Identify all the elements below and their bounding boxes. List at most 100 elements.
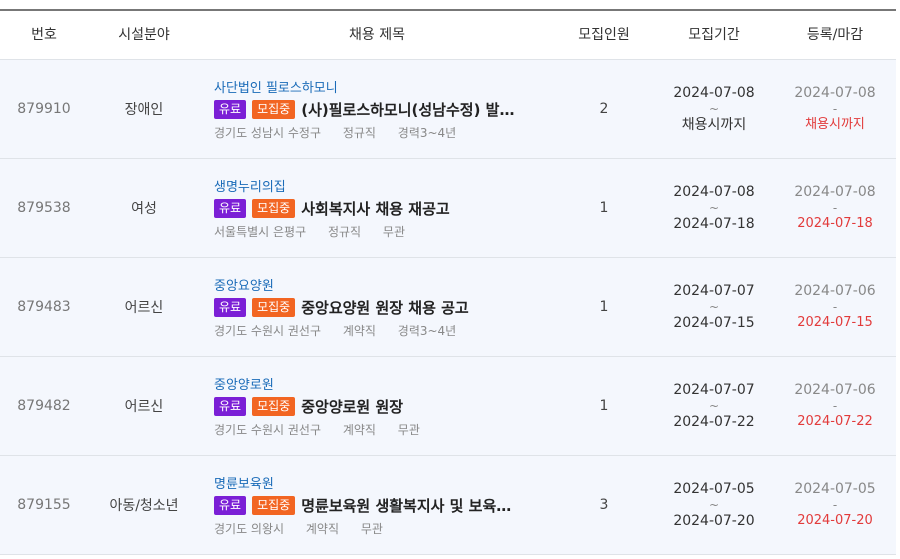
header-field: 시설분야 [118, 27, 170, 43]
row-title-cell: 명륜보육원 유료 모집중 명륜보육원 생활복지사 및 보육사 채용 경기도 의왕… [214, 456, 554, 554]
status-badge: 모집중 [252, 297, 296, 317]
period-start: 2024-07-05 [673, 481, 755, 497]
paid-badge: 유료 [214, 396, 247, 416]
row-period: 2024-07-08 ~ 채용시까지 [654, 60, 774, 158]
row-title-cell: 생명누리의집 유료 모집중 사회복지사 채용 재공고 서울특별시 은평구 정규직… [214, 159, 554, 257]
job-title-link[interactable]: 명륜보육원 생활복지사 및 보육사 채용 [301, 495, 523, 516]
job-region: 서울특별시 은평구 [214, 225, 307, 239]
deadline-date: 2024-07-15 [797, 315, 873, 330]
row-count: 1 [599, 200, 609, 216]
row-count: 2 [599, 101, 609, 117]
table-row[interactable]: 879483 어르신 중앙요양원 유료 모집중 중앙요양원 원장 채용 공고 경… [0, 258, 896, 357]
row-number: 879155 [17, 497, 71, 513]
period-separator: ~ [708, 300, 720, 314]
job-employment-type: 계약직 [342, 324, 376, 338]
table-row[interactable]: 879910 장애인 사단법인 필로스하모니 유료 모집중 (사)필로스하모니(… [0, 60, 896, 159]
period-end: 2024-07-15 [673, 315, 755, 331]
row-register: 2024-07-06 - 2024-07-22 [774, 357, 896, 455]
register-separator: - [832, 399, 838, 413]
deadline-date: 2024-07-22 [797, 414, 873, 429]
org-link[interactable]: 중앙양로원 [214, 374, 274, 393]
title-line: 유료 모집중 중앙요양원 원장 채용 공고 [214, 296, 554, 318]
org-link[interactable]: 명륜보육원 [214, 473, 274, 492]
period-start: 2024-07-07 [673, 382, 755, 398]
register-date: 2024-07-06 [794, 283, 876, 299]
row-period: 2024-07-07 ~ 2024-07-22 [654, 357, 774, 455]
register-date: 2024-07-06 [794, 382, 876, 398]
row-number: 879482 [17, 398, 71, 414]
deadline-date: 채용시까지 [805, 117, 865, 132]
row-register: 2024-07-08 - 2024-07-18 [774, 159, 896, 257]
job-region: 경기도 성남시 수정구 [214, 126, 321, 140]
register-date: 2024-07-08 [794, 85, 876, 101]
header-register: 등록/마감 [806, 27, 864, 43]
deadline-date: 2024-07-18 [797, 216, 873, 231]
title-line: 유료 모집중 명륜보육원 생활복지사 및 보육사 채용 [214, 494, 554, 516]
job-employment-type: 계약직 [342, 423, 376, 437]
row-title-cell: 사단법인 필로스하모니 유료 모집중 (사)필로스하모니(성남수정) 발달장애인… [214, 60, 554, 158]
job-listing-table: 번호 시설분야 채용 제목 모집인원 모집기간 등록/마감 879910 장애인… [0, 0, 900, 559]
period-end: 2024-07-22 [673, 414, 755, 430]
job-career: 무관 [382, 225, 406, 239]
job-career: 경력3~4년 [397, 126, 457, 140]
row-field: 여성 [131, 201, 157, 217]
row-period: 2024-07-07 ~ 2024-07-15 [654, 258, 774, 356]
job-region: 경기도 수원시 권선구 [214, 423, 321, 437]
status-badge: 모집중 [252, 99, 296, 119]
paid-badge: 유료 [214, 495, 247, 515]
job-meta: 서울특별시 은평구 정규직 무관 [214, 223, 423, 240]
job-meta: 경기도 의왕시 계약직 무관 [214, 520, 401, 537]
paid-badge: 유료 [214, 198, 247, 218]
row-field: 아동/청소년 [109, 498, 179, 514]
row-period: 2024-07-05 ~ 2024-07-20 [654, 456, 774, 554]
register-separator: - [832, 300, 838, 314]
job-meta: 경기도 수원시 권선구 계약직 무관 [214, 421, 438, 438]
row-count: 1 [599, 398, 609, 414]
job-employment-type: 정규직 [342, 126, 376, 140]
job-career: 경력3~4년 [397, 324, 457, 338]
status-badge: 모집중 [252, 198, 296, 218]
table-row[interactable]: 879155 아동/청소년 명륜보육원 유료 모집중 명륜보육원 생활복지사 및… [0, 456, 896, 555]
job-career: 무관 [360, 522, 383, 536]
period-start: 2024-07-08 [673, 184, 755, 200]
register-date: 2024-07-08 [794, 184, 876, 200]
org-link[interactable]: 사단법인 필로스하모니 [214, 77, 338, 96]
row-register: 2024-07-05 - 2024-07-20 [774, 456, 896, 554]
header-number: 번호 [31, 27, 57, 43]
table-row[interactable]: 879538 여성 생명누리의집 유료 모집중 사회복지사 채용 재공고 서울특… [0, 159, 896, 258]
row-field: 장애인 [124, 102, 164, 118]
header-title: 채용 제목 [349, 27, 405, 43]
period-start: 2024-07-08 [673, 85, 755, 101]
job-title-link[interactable]: 사회복지사 채용 재공고 [301, 198, 449, 219]
job-title-link[interactable]: 중앙양로원 원장 [301, 396, 403, 417]
title-line: 유료 모집중 중앙양로원 원장 [214, 395, 554, 417]
status-badge: 모집중 [252, 495, 296, 515]
job-career: 무관 [397, 423, 420, 437]
header-count: 모집인원 [578, 27, 630, 43]
job-title-link[interactable]: (사)필로스하모니(성남수정) 발달장애인 주간활동서비스 제공인력 채용 [301, 99, 523, 120]
deadline-date: 2024-07-20 [797, 513, 873, 528]
org-link[interactable]: 중앙요양원 [214, 275, 274, 294]
register-separator: - [832, 102, 838, 116]
row-register: 2024-07-06 - 2024-07-15 [774, 258, 896, 356]
title-line: 유료 모집중 (사)필로스하모니(성남수정) 발달장애인 주간활동서비스 제공인… [214, 98, 554, 120]
register-date: 2024-07-05 [794, 481, 876, 497]
job-meta: 경기도 성남시 수정구 정규직 경력3~4년 [214, 124, 474, 141]
row-field: 어르신 [124, 399, 164, 415]
row-count: 1 [599, 299, 609, 315]
row-title-cell: 중앙양로원 유료 모집중 중앙양로원 원장 경기도 수원시 권선구 계약직 무관 [214, 357, 554, 455]
table-row[interactable]: 879482 어르신 중앙양로원 유료 모집중 중앙양로원 원장 경기도 수원시… [0, 357, 896, 456]
row-field: 어르신 [124, 300, 164, 316]
title-line: 유료 모집중 사회복지사 채용 재공고 [214, 197, 554, 219]
period-separator: ~ [708, 201, 720, 215]
header-period: 모집기간 [688, 27, 740, 43]
period-end: 2024-07-20 [673, 513, 755, 529]
job-title-link[interactable]: 중앙요양원 원장 채용 공고 [301, 297, 468, 318]
row-register: 2024-07-08 - 채용시까지 [774, 60, 896, 158]
period-end: 2024-07-18 [673, 216, 755, 232]
row-number: 879910 [17, 101, 71, 117]
register-separator: - [832, 201, 838, 215]
org-link[interactable]: 생명누리의집 [214, 176, 286, 195]
job-employment-type: 정규직 [327, 225, 362, 239]
period-separator: ~ [708, 399, 720, 413]
